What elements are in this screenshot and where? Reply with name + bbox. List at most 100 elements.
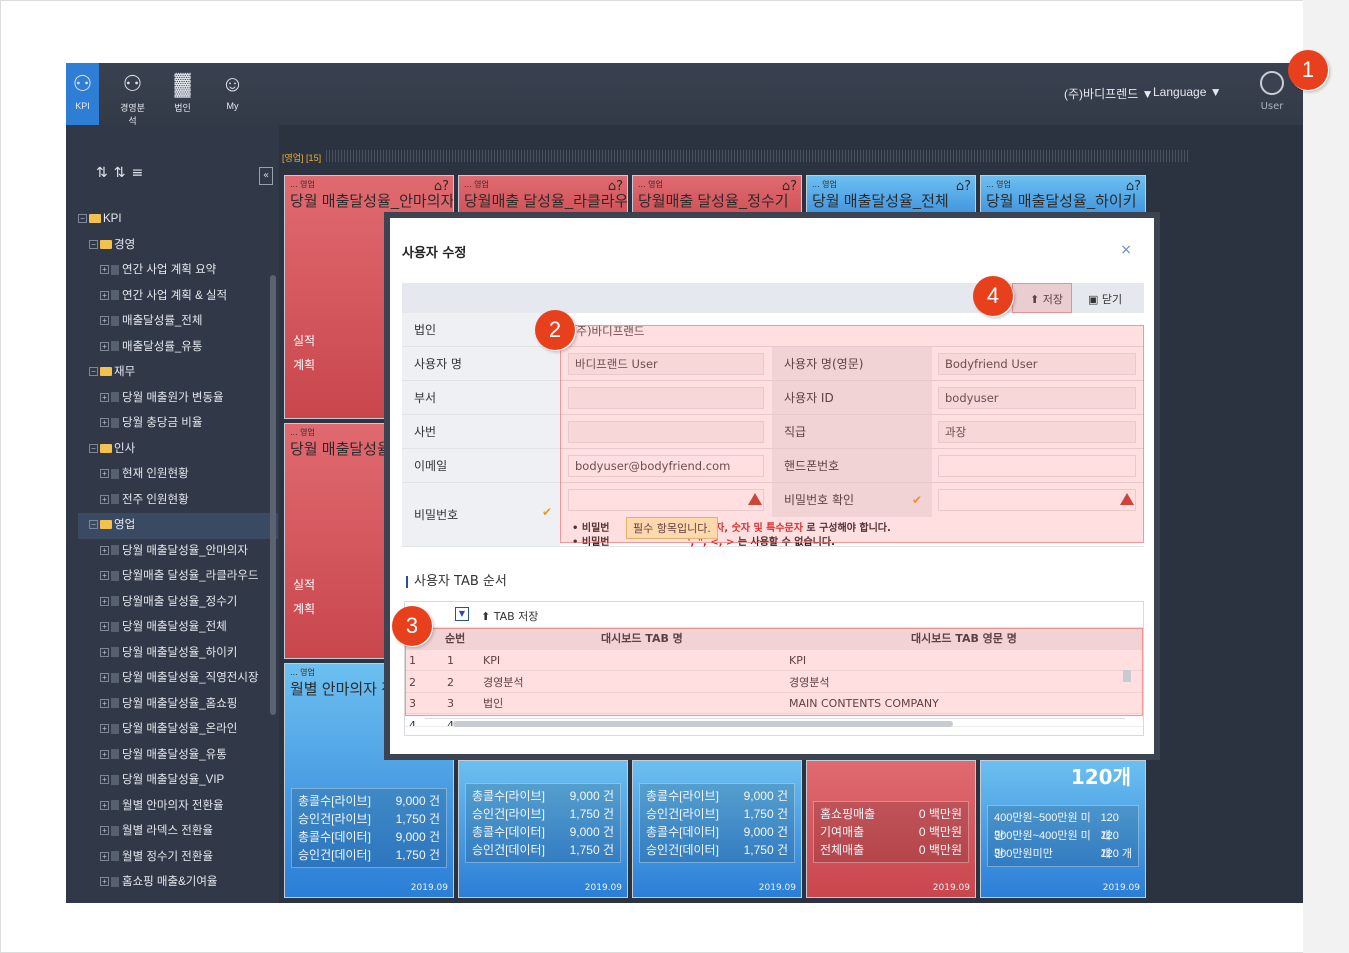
tree-item[interactable]: + 당월 매출달성율_홈쇼핑 xyxy=(78,692,278,718)
sidebar-scrollbar[interactable] xyxy=(270,275,276,715)
company-select[interactable]: (주)바디프렌드 ▼ xyxy=(1064,85,1153,102)
expand-icon[interactable]: + xyxy=(100,290,109,300)
tree-item[interactable]: + 월별 라덱스 전환율 xyxy=(78,819,278,845)
tree-label: 당월 매출달성율_안마의자 xyxy=(122,544,248,557)
big-count: 120개 xyxy=(1070,765,1131,789)
tile-price-range[interactable]: 120개 400만원~500만원 미만 120 개 300만원~400만원 미만 1… xyxy=(980,760,1146,898)
tree-item[interactable]: + 당월매출 달성율_라클라우드 xyxy=(78,564,278,590)
tree-item[interactable]: + 연간 사업 계획 & 실적 xyxy=(78,284,278,310)
expand-icon[interactable]: + xyxy=(100,673,109,683)
tile-stats: 총콜수[라이브] 9,000 건 승인건[라이브] 1,750 건 총콜수[데이터]… xyxy=(465,783,621,863)
tree-folder[interactable]: − 재무 xyxy=(78,360,278,386)
callout-badge-2: 2 xyxy=(535,310,575,350)
close-icon[interactable]: × xyxy=(1120,242,1132,258)
expand-icon[interactable]: + xyxy=(100,749,109,759)
expand-icon[interactable]: + xyxy=(100,622,109,632)
tile-info-icon[interactable]: ⌂? xyxy=(608,179,623,194)
nav-my[interactable]: ☺ My xyxy=(216,63,249,125)
close-button[interactable]: ▣ 닫기 xyxy=(1088,291,1122,307)
tile-date: 2019.09 xyxy=(410,883,448,893)
tree-folder[interactable]: − 경영 xyxy=(78,233,278,259)
tree-item[interactable]: + 연간 사업 계획 요약 xyxy=(78,258,278,284)
tree-item[interactable]: + 월별 안마의자 전환율 xyxy=(78,794,278,820)
menu-tree: − KPI − 경영 + 연간 사업 계획 요약 + 연간 사업 계획 & 실적 + 매출달성률_… xyxy=(78,207,278,896)
tree-item[interactable]: + 당월 매출달성율_전체 xyxy=(78,615,278,641)
expand-icon[interactable]: + xyxy=(100,596,109,606)
top-nav: ⚇ KPI ⚇ 경영분석 ▓ 법인 ☺ My (주)바디프렌드 ▼ Langua… xyxy=(66,63,1303,126)
tree-item[interactable]: + 당월 매출달성율_직영전시장 xyxy=(78,666,278,692)
tree-folder[interactable]: − 인사 xyxy=(78,437,278,463)
collapse-sidebar-button[interactable]: « xyxy=(259,167,273,185)
expand-icon[interactable]: + xyxy=(100,316,109,326)
expand-icon[interactable]: + xyxy=(100,800,109,810)
expand-icon[interactable]: + xyxy=(100,545,109,555)
nav-kpi[interactable]: ⚇ KPI xyxy=(66,63,99,125)
tree-item[interactable]: + 홈쇼핑 매출&기여율 xyxy=(78,870,278,896)
expand-icon[interactable]: − xyxy=(78,214,87,224)
expand-icon[interactable]: + xyxy=(100,494,109,504)
tree-item[interactable]: + 당월매출 달성율_정수기 xyxy=(78,590,278,616)
grid-hscrollbar[interactable] xyxy=(425,718,1125,728)
tree-item[interactable]: + 당월 매출달성율_하이키 xyxy=(78,641,278,667)
tile-stats-3[interactable]: 총콜수[라이브] 9,000 건 승인건[라이브] 1,750 건 총콜수[데이터]… xyxy=(632,760,802,898)
user-menu[interactable]: User xyxy=(1252,69,1292,121)
expand-icon[interactable]: + xyxy=(100,826,109,836)
tree-label: KPI xyxy=(103,213,122,225)
user-label: User xyxy=(1260,101,1284,112)
tile-stats: 400만원~500만원 미만 120 개 300만원~400만원 미만 120 개 … xyxy=(987,805,1139,867)
tile-info-icon[interactable]: ⌂? xyxy=(782,179,797,194)
tree-folder[interactable]: − KPI xyxy=(78,207,278,233)
expand-icon[interactable]: + xyxy=(100,392,109,402)
nav-management[interactable]: ⚇ 경영분석 xyxy=(116,63,149,126)
expand-icon[interactable]: − xyxy=(89,443,98,453)
folder-icon xyxy=(100,443,112,453)
expand-icon[interactable]: − xyxy=(89,520,98,530)
tab-save-button[interactable]: ⬆ TAB 저장 xyxy=(481,608,538,624)
expand-icon[interactable]: − xyxy=(89,367,98,377)
nav-corp[interactable]: ▓ 법인 xyxy=(166,63,199,125)
tile-info-icon[interactable]: ⌂? xyxy=(956,179,971,194)
tree-label: 당월 충당금 비율 xyxy=(122,417,203,429)
expand-icon[interactable]: + xyxy=(100,724,109,734)
expand-icon[interactable]: + xyxy=(100,469,109,479)
tree-folder[interactable]: − 영업 xyxy=(78,513,278,539)
expand-icon[interactable]: + xyxy=(100,851,109,861)
tree-item[interactable]: + 현재 인원현황 xyxy=(78,462,278,488)
expand-icon[interactable]: + xyxy=(100,775,109,785)
tree-item[interactable]: + 당월 매출달성율_안마의자 xyxy=(78,539,278,565)
expand-icon[interactable]: + xyxy=(100,418,109,428)
email-label: 이메일 xyxy=(402,449,560,482)
expand-icon[interactable]: − xyxy=(89,239,98,249)
expand-icon[interactable]: + xyxy=(100,647,109,657)
tree-item[interactable]: + 전주 인원현황 xyxy=(78,488,278,514)
tile-category: ... 영업 xyxy=(464,180,489,189)
tree-item[interactable]: + 당월 매출원가 변동율 xyxy=(78,386,278,412)
tree-item[interactable]: + 월별 정수기 전환율 xyxy=(78,845,278,871)
document-icon xyxy=(111,468,119,479)
tree-label: 경영 xyxy=(114,238,136,251)
tile-homeshopping[interactable]: 홈쇼핑매출 0 백만원 기여매출 0 백만원 전체매출 0 백만원 2019.09 xyxy=(806,760,976,898)
expand-icon[interactable]: + xyxy=(100,698,109,708)
tile-info-icon[interactable]: ⌂? xyxy=(434,179,449,194)
expand-icon[interactable]: + xyxy=(100,341,109,351)
right-margin xyxy=(1303,0,1349,953)
language-select[interactable]: Language ▼ xyxy=(1153,85,1222,99)
tile-info-icon[interactable]: ⌂? xyxy=(1126,179,1141,194)
tree-item[interactable]: + 당월 매출달성율_유통 xyxy=(78,743,278,769)
dept-label: 부서 xyxy=(402,381,560,414)
tree-item[interactable]: + 매출달성률_유통 xyxy=(78,335,278,361)
tree-item[interactable]: + 당월 충당금 비율 xyxy=(78,411,278,437)
tree-item[interactable]: + 당월 매출달성율_온라인 xyxy=(78,717,278,743)
expand-icon[interactable]: + xyxy=(100,265,109,275)
tree-item[interactable]: + 매출달성률_전체 xyxy=(78,309,278,335)
expand-icon[interactable]: + xyxy=(100,571,109,581)
callout-badge-3: 3 xyxy=(392,606,432,646)
expand-icon[interactable]: + xyxy=(100,877,109,887)
move-down-icon[interactable]: ▼ xyxy=(455,607,469,621)
tree-item[interactable]: + 당월 매출달성율_VIP xyxy=(78,768,278,794)
tile-stats-2[interactable]: 총콜수[라이브] 9,000 건 승인건[라이브] 1,750 건 총콜수[데이터]… xyxy=(458,760,628,898)
sidebar-tools[interactable]: ⇅⇅≡ xyxy=(96,165,149,181)
grid-vscrollbar[interactable] xyxy=(1121,650,1133,710)
tree-label: 재무 xyxy=(114,366,136,378)
tree-label: 당월 매출달성율_유통 xyxy=(122,748,227,761)
